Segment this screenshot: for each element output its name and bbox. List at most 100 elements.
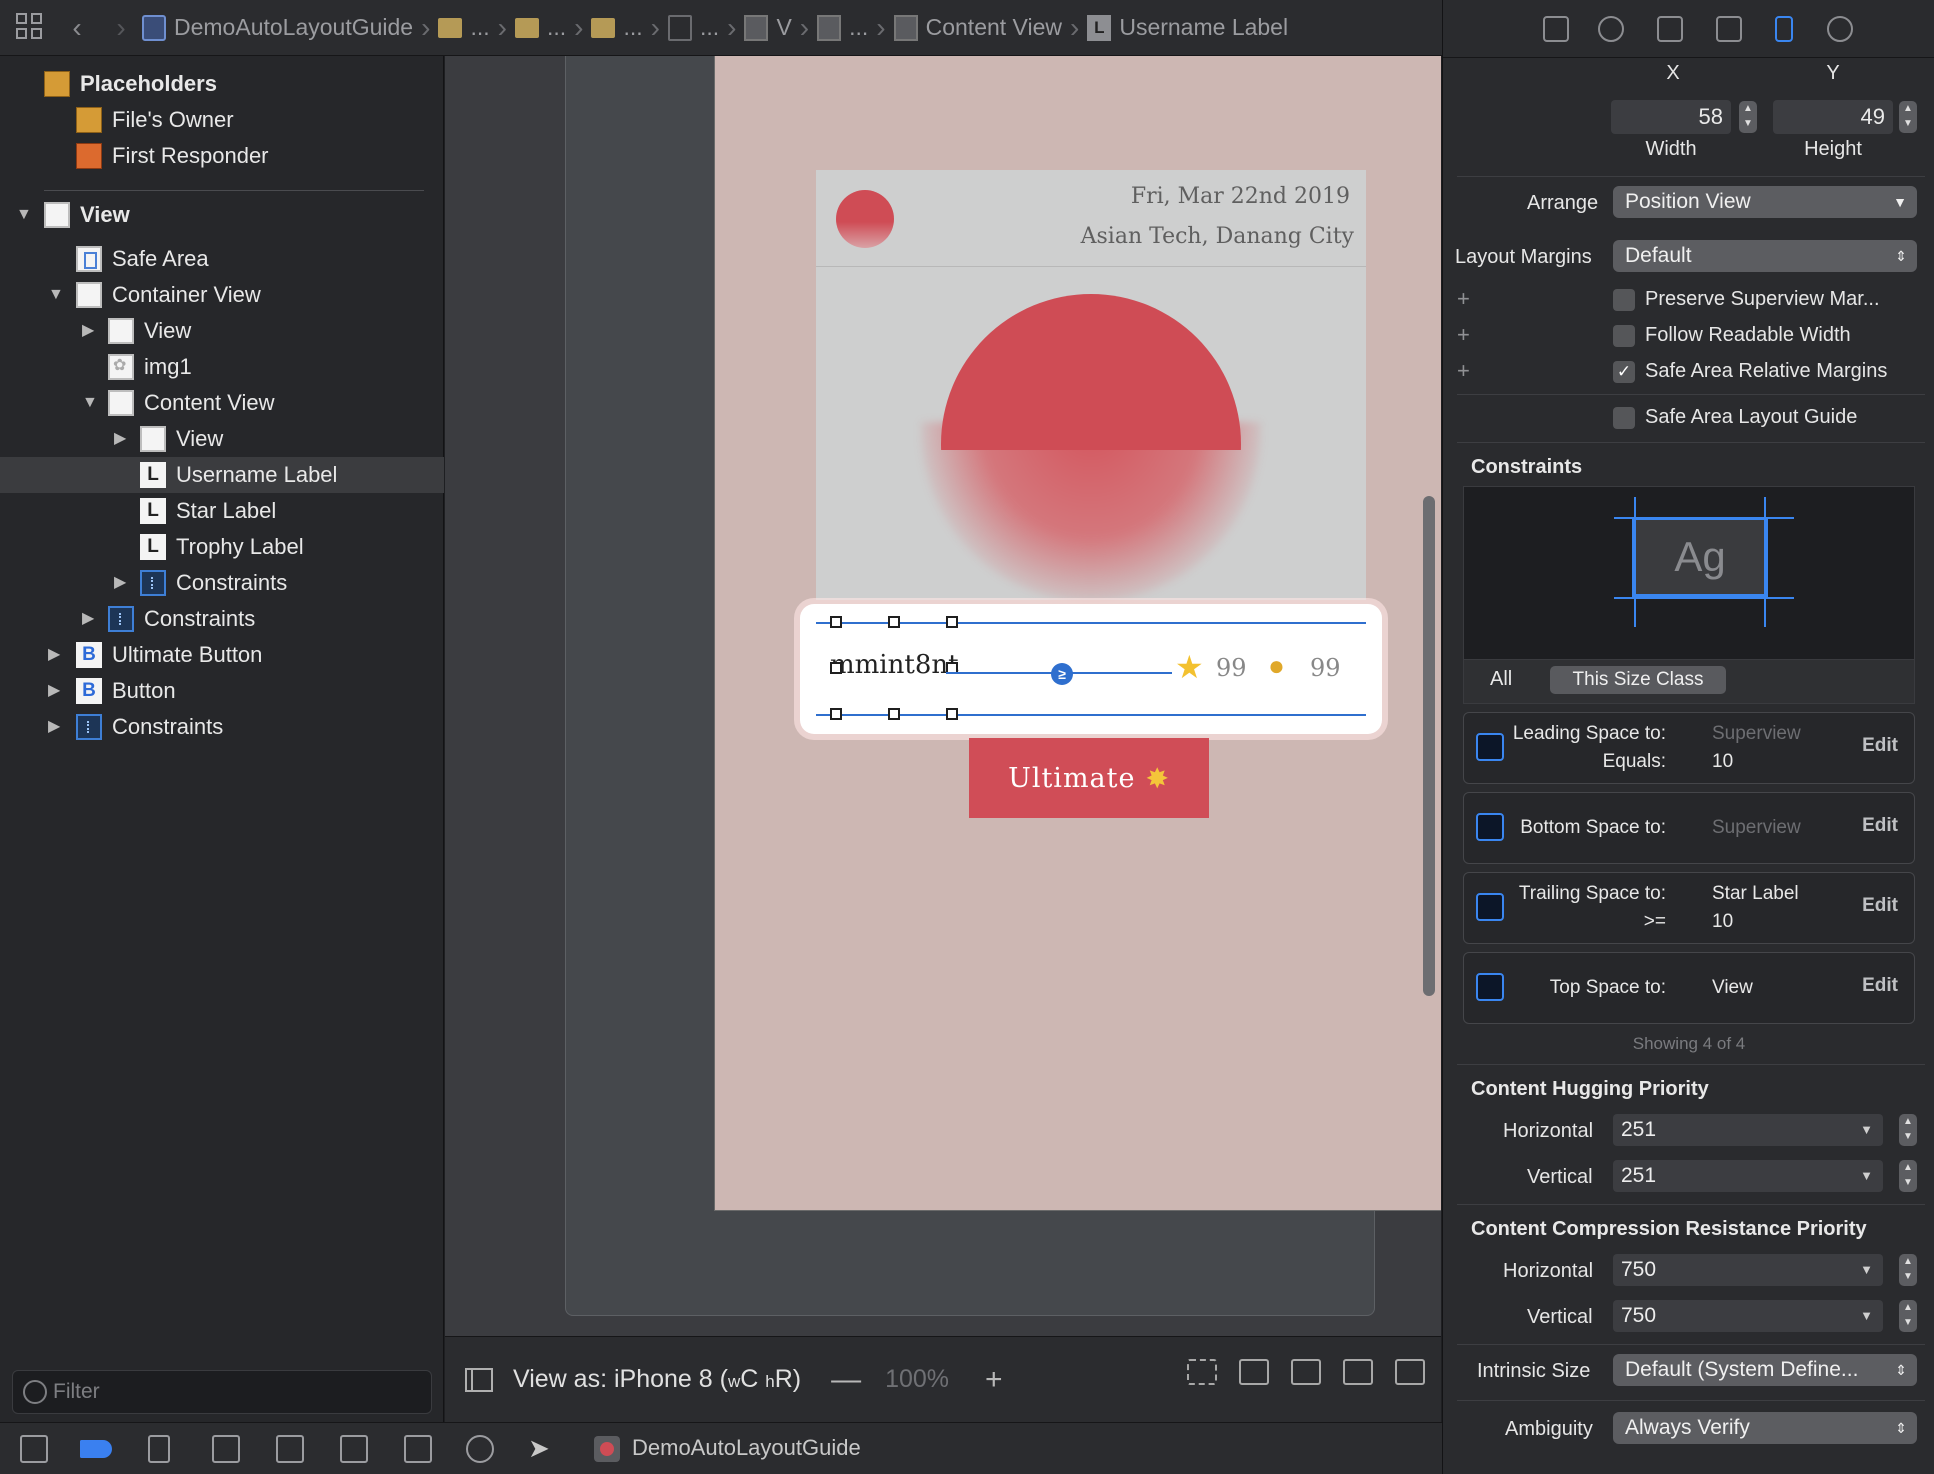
memory-graph-icon[interactable] — [466, 1435, 494, 1463]
interface-builder-canvas[interactable]: Fri, Mar 22nd 2019 Asian Tech, Danang Ci… — [445, 56, 1441, 1336]
disclosure-closed-icon[interactable]: ▶ — [48, 647, 62, 663]
bottom-constraint-line[interactable] — [1614, 597, 1794, 599]
edit-constraint-button[interactable]: Edit — [1862, 975, 1898, 997]
outline-files-owner[interactable]: File's Owner — [0, 102, 444, 138]
resize-handle[interactable] — [888, 708, 900, 720]
hugging-vertical-stepper[interactable]: ▲ ▼ — [1899, 1160, 1917, 1192]
follow-readable-width-checkbox[interactable] — [1613, 325, 1635, 347]
outline-root-constraints[interactable]: ▶ Constraints — [0, 709, 444, 745]
date-label[interactable]: Fri, Mar 22nd 2019 — [1131, 184, 1350, 209]
forward-arrow-icon[interactable]: › — [108, 12, 134, 44]
attributes-inspector-icon[interactable] — [1716, 16, 1742, 42]
preserve-superview-margins-checkbox[interactable] — [1613, 289, 1635, 311]
layout-margins-popup[interactable]: Default ⇕ — [1613, 240, 1917, 272]
ultimate-button[interactable]: Ultimate ✸ — [969, 738, 1209, 818]
safe-area-layout-guide-checkbox[interactable] — [1613, 407, 1635, 429]
hide-debug-area-icon[interactable] — [20, 1435, 48, 1463]
toggle-outline-icon[interactable] — [465, 1367, 493, 1392]
greater-equal-constraint-badge[interactable]: ≥ — [1051, 663, 1073, 685]
disclosure-closed-icon[interactable]: ▶ — [82, 611, 96, 627]
size-inspector-icon[interactable] — [1775, 16, 1793, 42]
back-arrow-icon[interactable]: ‹ — [64, 12, 90, 44]
breadcrumb-xib[interactable]: ... — [667, 14, 719, 41]
file-inspector-icon[interactable] — [1543, 16, 1569, 42]
top-constraint-line[interactable] — [1614, 517, 1794, 519]
size-class-all-tab[interactable]: All — [1490, 668, 1512, 691]
breadcrumb-container[interactable]: ... — [817, 14, 868, 41]
resize-handle[interactable] — [830, 662, 842, 674]
content-view[interactable]: mmint8nt ≥ ★ 99 ● 99 — [800, 604, 1382, 734]
outline-first-responder[interactable]: First Responder — [0, 138, 444, 174]
outline-container-subview[interactable]: ▶ View — [0, 313, 444, 349]
compression-horizontal-stepper[interactable]: ▲ ▼ — [1899, 1254, 1917, 1286]
safe-area-relative-margins-checkbox[interactable]: ✓ — [1613, 361, 1635, 383]
view-as-button[interactable]: View as: iPhone 8 (wC hR) — [513, 1365, 801, 1394]
breadcrumb-project[interactable]: DemoAutoLayoutGuide — [142, 14, 413, 41]
outline-view[interactable]: ▼ View — [0, 197, 444, 233]
disclosure-closed-icon[interactable]: ▶ — [114, 431, 128, 447]
add-constraints-icon[interactable] — [1343, 1359, 1373, 1385]
vertical-scrollbar[interactable] — [1423, 496, 1435, 996]
resize-handle[interactable] — [888, 616, 900, 628]
header-card-view[interactable]: Fri, Mar 22nd 2019 Asian Tech, Danang Ci… — [816, 170, 1366, 602]
update-frames-icon[interactable] — [1187, 1359, 1217, 1385]
constraint-row-bottom[interactable]: Bottom Space to: Superview Edit — [1463, 792, 1915, 864]
related-items-grid-icon[interactable] — [16, 12, 46, 43]
resize-handle[interactable] — [946, 616, 958, 628]
breadcrumb-content-view[interactable]: Content View — [893, 14, 1062, 41]
pause-icon[interactable] — [148, 1435, 170, 1463]
height-stepper[interactable]: ▲ ▼ — [1899, 101, 1917, 133]
outline-star-label[interactable]: L Star Label — [0, 493, 444, 529]
add-variation-icon[interactable]: + — [1457, 358, 1470, 384]
arrange-popup[interactable]: Position View ▼ — [1613, 186, 1917, 218]
hugging-vertical-field[interactable]: 251 ▼ — [1613, 1160, 1883, 1192]
breadcrumb-folder-1[interactable]: ... — [438, 14, 490, 41]
constraint-row-trailing[interactable]: Trailing Space to: Star Label >= 10 Edit — [1463, 872, 1915, 944]
resolve-issues-icon[interactable] — [1395, 1359, 1425, 1385]
chevron-down-icon[interactable]: ▼ — [1860, 1254, 1873, 1286]
step-over-icon[interactable] — [212, 1435, 240, 1463]
outline-img1[interactable]: img1 — [0, 349, 444, 385]
step-in-icon[interactable] — [276, 1435, 304, 1463]
width-field[interactable]: 58 — [1611, 100, 1731, 134]
outline-placeholders[interactable]: Placeholders — [0, 66, 444, 102]
zoom-out-button[interactable]: — — [831, 1363, 861, 1397]
constraint-row-leading[interactable]: Leading Space to: Superview Equals: 10 E… — [1463, 712, 1915, 784]
hugging-horizontal-field[interactable]: 251 ▼ — [1613, 1114, 1883, 1146]
place-label[interactable]: Asian Tech, Danang City — [1081, 224, 1354, 249]
step-out-icon[interactable] — [340, 1435, 368, 1463]
breadcrumb-folder-2[interactable]: ... — [514, 14, 566, 41]
star-label[interactable]: 99 — [1216, 654, 1247, 682]
outline-button[interactable]: ▶ B Button — [0, 673, 444, 709]
identity-inspector-icon[interactable] — [1657, 16, 1683, 42]
constraint-row-top[interactable]: Top Space to: View Edit — [1463, 952, 1915, 1024]
align-icon[interactable] — [1291, 1359, 1321, 1385]
add-variation-icon[interactable]: + — [1457, 322, 1470, 348]
compression-vertical-stepper[interactable]: ▲ ▼ — [1899, 1300, 1917, 1332]
resize-handle[interactable] — [830, 616, 842, 628]
disclosure-closed-icon[interactable]: ▶ — [82, 323, 96, 339]
outline-container-view[interactable]: ▼ Container View — [0, 277, 444, 313]
resize-handle[interactable] — [830, 708, 842, 720]
view-hierarchy-icon[interactable] — [404, 1435, 432, 1463]
outline-ultimate-button[interactable]: ▶ B Ultimate Button — [0, 637, 444, 673]
outline-filter-field[interactable]: Filter — [12, 1370, 432, 1414]
resize-handle[interactable] — [946, 708, 958, 720]
intrinsic-size-popup[interactable]: Default (System Define... ⇕ — [1613, 1354, 1917, 1386]
outline-content-subview[interactable]: ▶ View — [0, 421, 444, 457]
compression-horizontal-field[interactable]: 750 ▼ — [1613, 1254, 1883, 1286]
chevron-down-icon[interactable]: ▼ — [1860, 1300, 1873, 1332]
outline-container-constraints[interactable]: ▶ Constraints — [0, 601, 444, 637]
embed-in-icon[interactable] — [1239, 1359, 1269, 1385]
outline-safe-area[interactable]: Safe Area — [0, 241, 444, 277]
quick-help-icon[interactable] — [1598, 16, 1624, 42]
connections-inspector-icon[interactable] — [1827, 16, 1853, 42]
breadcrumb-view[interactable]: V — [744, 14, 792, 41]
height-field[interactable]: 49 — [1773, 100, 1893, 134]
compression-vertical-field[interactable]: 750 ▼ — [1613, 1300, 1883, 1332]
width-stepper[interactable]: ▲ ▼ — [1739, 101, 1757, 133]
edit-constraint-button[interactable]: Edit — [1862, 735, 1898, 757]
disclosure-closed-icon[interactable]: ▶ — [48, 683, 62, 699]
scheme-name[interactable]: DemoAutoLayoutGuide — [632, 1435, 861, 1461]
username-label[interactable]: mmint8nt — [830, 650, 959, 680]
